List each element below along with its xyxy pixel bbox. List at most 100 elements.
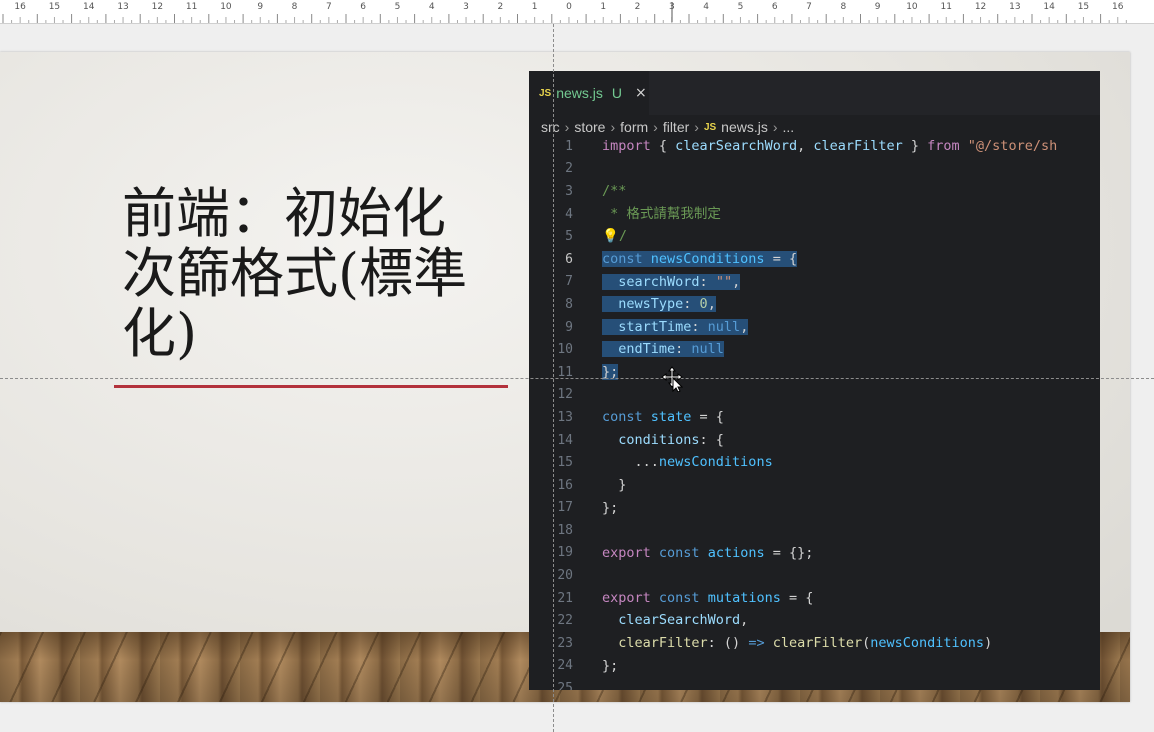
ruler-tick-label: 11 bbox=[940, 2, 952, 12]
code-text: startTime: null, bbox=[602, 318, 749, 335]
ruler-tick-label: 6 bbox=[360, 2, 367, 12]
code-line: 17 }; bbox=[529, 497, 1100, 520]
title-underline bbox=[114, 385, 508, 388]
code-editor-image[interactable]: JS news.js U × src › store › form › filt… bbox=[529, 71, 1100, 690]
ruler-tick-label: 2 bbox=[634, 2, 641, 12]
ruler-tick-label: 2 bbox=[497, 2, 504, 12]
code-line: 4 * 格式請幫我制定 bbox=[529, 203, 1100, 226]
code-line: 22 clearSearchWord, bbox=[529, 609, 1100, 632]
code-text: } bbox=[602, 476, 627, 493]
lightbulb-icon[interactable]: 💡 bbox=[602, 228, 619, 244]
ruler-tick-label: 5 bbox=[737, 2, 744, 12]
ruler-tick-label: 1 bbox=[531, 2, 538, 12]
code-line: 11 }; bbox=[529, 361, 1100, 384]
presentation-editor-window: { "ruler": { "labels": ["16","15","14","… bbox=[0, 0, 1154, 732]
code-line: 15 ...newsConditions bbox=[529, 451, 1100, 474]
tab-git-status: U bbox=[611, 85, 623, 101]
code-text: /** bbox=[602, 183, 627, 200]
ruler-tick-label: 8 bbox=[840, 2, 847, 12]
code-text: const state = { bbox=[602, 409, 724, 426]
code-text: }; bbox=[602, 499, 619, 516]
ruler-tick-label: 1 bbox=[600, 2, 607, 12]
code-text: * 格式請幫我制定 bbox=[602, 205, 721, 222]
chevron-right-icon: › bbox=[610, 119, 616, 135]
code-line: 24 }; bbox=[529, 655, 1100, 678]
code-line: 16 } bbox=[529, 474, 1100, 497]
ruler-tick-label: 10 bbox=[906, 2, 918, 12]
code-line: 19 export const actions = {}; bbox=[529, 542, 1100, 565]
horizontal-ruler[interactable]: 16 15 14 13 12 11 10 9 8 7 6 5 4 3 2 1 0 1 2 3 4 5 6 7 8 9 10 11 12 1… bbox=[0, 0, 1154, 24]
slide-title[interactable]: 前端：初始化 次篩格式(標準 化) bbox=[122, 184, 522, 364]
code-line: 3 /** bbox=[529, 180, 1100, 203]
ruler-tick-label: 10 bbox=[220, 2, 232, 12]
chevron-right-icon: › bbox=[564, 119, 570, 135]
ruler-tick-label: 8 bbox=[291, 2, 298, 12]
ruler-tick-label: 15 bbox=[1077, 2, 1090, 12]
ruler-tick-label: 3 bbox=[463, 2, 469, 12]
code-line: 9 startTime: null, bbox=[529, 316, 1100, 339]
code-area[interactable]: 1 import { clearSearchWord, clearFilter … bbox=[529, 135, 1100, 690]
close-icon[interactable]: × bbox=[635, 85, 647, 101]
code-text: 💡/ bbox=[602, 228, 627, 245]
ruler-tick-label: 14 bbox=[83, 2, 95, 12]
ruler-tick-label: 13 bbox=[117, 2, 129, 12]
code-text: import { clearSearchWord, clearFilter } … bbox=[602, 138, 1058, 154]
code-line: 6 const newsConditions = { bbox=[529, 248, 1100, 271]
editor-tab-bar: JS news.js U × bbox=[529, 71, 1100, 115]
breadcrumb-item-news-js[interactable]: news.js bbox=[721, 119, 768, 135]
breadcrumb-item-filter[interactable]: filter bbox=[663, 119, 689, 135]
ruler-tick-label: 14 bbox=[1043, 2, 1055, 12]
ruler-tick-label: 7 bbox=[806, 2, 812, 12]
ruler-tick-label: 16 bbox=[14, 2, 26, 12]
js-file-icon: JS bbox=[539, 87, 552, 99]
ruler-tick-label: 12 bbox=[151, 2, 164, 12]
code-line: 25 bbox=[529, 677, 1100, 690]
code-line: 20 bbox=[529, 564, 1100, 587]
tab-filename: news.js bbox=[556, 85, 603, 101]
horizontal-alignment-guide bbox=[0, 378, 1154, 379]
code-line: 7 searchWord: "", bbox=[529, 271, 1100, 294]
ruler-tick-label: 0 bbox=[566, 2, 572, 12]
code-line: 12 bbox=[529, 384, 1100, 407]
ruler-tick-label: 12 bbox=[974, 2, 987, 12]
code-text: endTime: null bbox=[602, 341, 724, 358]
chevron-right-icon: › bbox=[772, 119, 778, 135]
code-line: 18 bbox=[529, 519, 1100, 542]
ruler-tick-label: 15 bbox=[48, 2, 61, 12]
ruler-tick-label: 11 bbox=[185, 2, 198, 12]
ruler-tick-label: 4 bbox=[428, 2, 435, 12]
code-line: 14 conditions: { bbox=[529, 429, 1100, 452]
chevron-right-icon: › bbox=[694, 119, 699, 135]
code-line: 13 const state = { bbox=[529, 406, 1100, 429]
breadcrumb-item-form[interactable]: form bbox=[620, 119, 648, 135]
code-text: }; bbox=[602, 657, 619, 674]
code-line: 1 import { clearSearchWord, clearFilter … bbox=[529, 135, 1100, 158]
breadcrumb-item-more[interactable]: ... bbox=[783, 119, 795, 135]
tab-news-js[interactable]: JS news.js U × bbox=[529, 71, 649, 115]
ruler-tick-label: 3 bbox=[668, 2, 675, 12]
breadcrumb-item-store[interactable]: store bbox=[574, 119, 605, 135]
breadcrumb-item-src[interactable]: src bbox=[541, 119, 560, 135]
ruler-tick-label: 7 bbox=[325, 2, 332, 12]
code-text: searchWord: "", bbox=[602, 273, 741, 290]
code-line: 21 export const mutations = { bbox=[529, 587, 1100, 610]
code-text: conditions: { bbox=[602, 431, 724, 448]
code-text: export const mutations = { bbox=[602, 589, 814, 606]
code-line: 8 newsType: 0, bbox=[529, 293, 1100, 316]
code-line: 2 bbox=[529, 158, 1100, 181]
code-line: 5 💡/ bbox=[529, 225, 1100, 248]
ruler-tick-label: 13 bbox=[1009, 2, 1021, 12]
code-line: 10 endTime: null bbox=[529, 338, 1100, 361]
ruler-tick-label: 9 bbox=[874, 2, 881, 12]
ruler-tick-label: 9 bbox=[257, 2, 264, 12]
code-line: 23 clearFilter: () => clearFilter(newsCo… bbox=[529, 632, 1100, 655]
ruler-tick-label: 4 bbox=[703, 2, 710, 12]
chevron-right-icon: › bbox=[653, 119, 658, 135]
code-text: export const actions = {}; bbox=[602, 544, 814, 561]
code-text: newsType: 0, bbox=[602, 296, 716, 313]
ruler-tick-label: 5 bbox=[394, 2, 401, 12]
